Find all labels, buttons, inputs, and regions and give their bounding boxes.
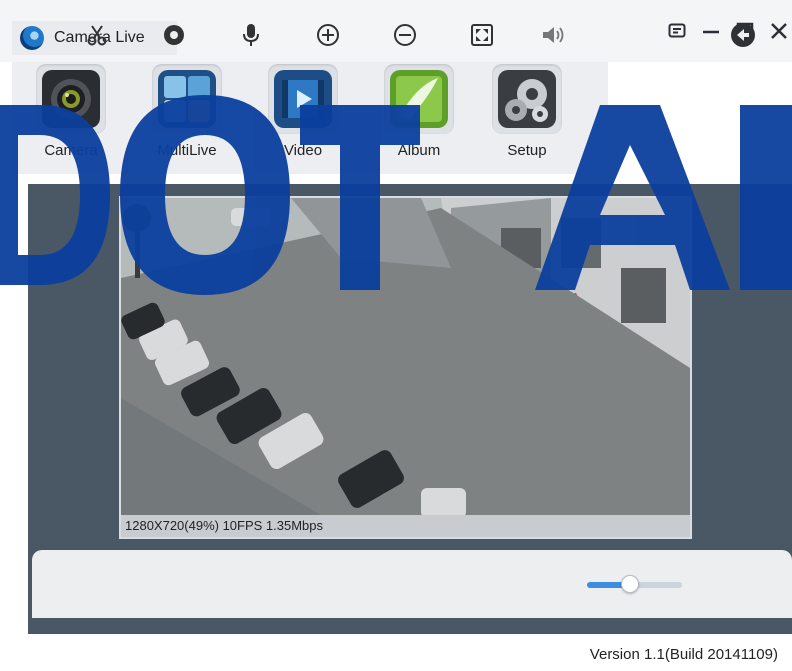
zoom-in-icon[interactable] [315,22,341,48]
version-label: Version 1.1(Build 20141109) [589,646,778,663]
fullscreen-icon[interactable] [469,22,495,48]
volume-icon[interactable] [540,22,570,48]
minimize-icon[interactable] [700,20,722,42]
toolbar-video-button[interactable]: Video [258,64,348,159]
microphone-icon[interactable] [238,22,264,48]
window-controls [666,20,790,42]
toolbar-setup-button[interactable]: Setup [482,64,572,159]
volume-slider-handle[interactable] [621,575,639,593]
toolbar-camera-button[interactable]: Camera [26,64,116,159]
camera-icon [36,64,106,134]
live-video-feed[interactable]: 1280X720(49%) 10FPS 1.35Mbps [119,196,692,539]
close-icon[interactable] [768,20,790,42]
toolbar-video-label: Video [283,142,323,159]
scissors-icon[interactable] [84,22,110,48]
toolbar-album-label: Album [397,142,441,159]
app-logo-icon [20,26,44,50]
toolbar-album-button[interactable]: Album [374,64,464,159]
album-icon [384,64,454,134]
toolbar-setup-label: Setup [507,142,547,159]
record-icon[interactable] [161,22,187,48]
multilive-icon [152,64,222,134]
zoom-out-icon[interactable] [392,22,418,48]
main-toolbar: Camera MultiLive Video Album Setup [12,62,608,174]
stream-stats: 1280X720(49%) 10FPS 1.35Mbps [121,515,690,537]
toolbar-camera-label: Camera [44,142,98,159]
video-icon [268,64,338,134]
setup-gears-icon [492,64,562,134]
toolbar-multilive-button[interactable]: MultiLive [142,64,232,159]
live-video-image [121,198,690,515]
menu-icon[interactable] [666,20,688,42]
toolbar-multilive-label: MultiLive [157,142,217,159]
back-icon[interactable] [730,22,756,48]
